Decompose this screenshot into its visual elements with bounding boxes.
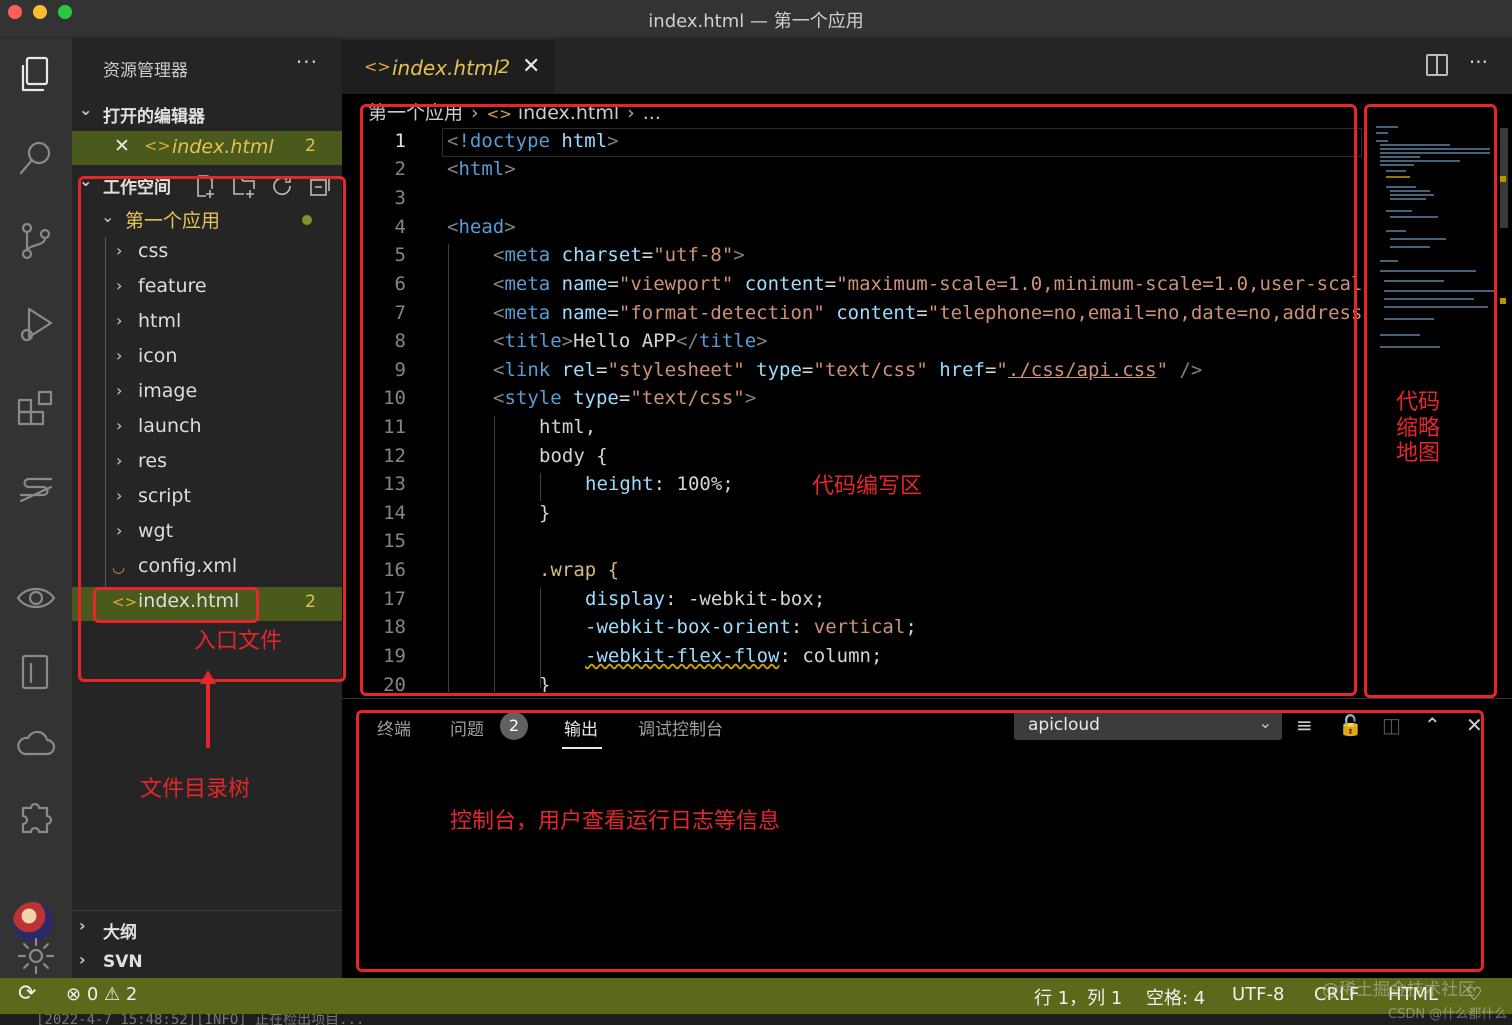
eye-icon[interactable] — [11, 573, 61, 623]
svn-label: SVN — [103, 952, 143, 972]
warning-count: 2 — [125, 984, 138, 1005]
activity-bar — [0, 38, 72, 978]
annotation-arrow — [206, 676, 210, 748]
chevron-down-icon: ⌄ — [79, 100, 93, 119]
search-icon[interactable] — [11, 133, 61, 183]
tab-label: index.html — [392, 56, 499, 80]
indentation-status[interactable]: 空格: 4 — [1146, 984, 1205, 1010]
console-annotation: 控制台，用户查看运行日志等信息 — [450, 809, 781, 834]
open-editors-label: 打开的编辑器 — [103, 107, 205, 127]
code-area-annotation: 代码编写区 — [812, 474, 923, 499]
split-editor-icon[interactable] — [1426, 54, 1448, 76]
more-actions-icon[interactable]: ··· — [1469, 50, 1488, 74]
open-editor-filename: index.html — [172, 136, 274, 158]
open-editors-section[interactable]: ⌄ 打开的编辑器 — [72, 95, 342, 129]
cloud-icon[interactable] — [11, 718, 61, 768]
warning-marker — [1500, 176, 1506, 182]
status-bar: ⟳ ⊗ 0 ⚠ 2 行 1，列 1 空格: 4 UTF-8 CRLF HTML … — [0, 978, 1512, 1014]
extensions-icon[interactable] — [11, 382, 61, 432]
editor-tab-bar: <> index.html 2 ✕ ··· — [342, 38, 1512, 94]
source-control-icon[interactable] — [11, 216, 61, 266]
window-title: index.html — 第一个应用 — [648, 11, 864, 32]
warning-marker — [1500, 298, 1506, 304]
problem-count-badge: 2 — [305, 136, 316, 156]
tab-problem-badge: 2 — [498, 56, 511, 78]
close-icon[interactable]: ✕ — [114, 135, 130, 157]
code-area-highlight-box — [360, 104, 1357, 696]
juejin-watermark: @稀土掘金技术社区 — [1322, 980, 1475, 1000]
entry-file-annotation: 入口文件 — [194, 629, 283, 654]
cursor-position[interactable]: 行 1，列 1 — [1034, 984, 1122, 1010]
code-icon: <> — [144, 136, 171, 155]
svn-section[interactable]: › SVN — [72, 945, 342, 979]
outline-label: 大纲 — [103, 923, 137, 943]
title-bar: index.html — 第一个应用 — [0, 0, 1512, 38]
explorer-icon[interactable] — [11, 50, 61, 100]
console-highlight-box — [356, 710, 1484, 972]
file-tree-annotation: 文件目录树 — [140, 777, 251, 802]
entry-file-highlight-box — [93, 587, 259, 623]
gear-icon[interactable] — [11, 931, 61, 981]
csdn-watermark: CSDN @什么都什么 — [1388, 1007, 1508, 1022]
log-peek: [2022-4-7 15:48:52][INFO] 正在检出项目... — [0, 1014, 1512, 1025]
chevron-right-icon: › — [79, 916, 86, 935]
chevron-right-icon: › — [79, 950, 86, 969]
device-icon[interactable] — [11, 646, 61, 696]
error-icon: ⊗ — [66, 984, 82, 1005]
warning-icon: ⚠ — [104, 984, 121, 1005]
more-actions-icon[interactable]: ··· — [296, 50, 318, 74]
close-tab-icon[interactable]: ✕ — [522, 54, 540, 79]
problems-status[interactable]: ⊗ 0 ⚠ 2 — [66, 984, 137, 1005]
minimap-annotation-line3: 地图 — [1396, 441, 1441, 466]
run-debug-icon[interactable] — [11, 299, 61, 349]
code-icon: <> — [364, 57, 391, 76]
outline-section[interactable]: › 大纲 — [72, 910, 342, 944]
tab-index-html[interactable]: <> index.html 2 ✕ — [342, 38, 554, 94]
explorer-title: 资源管理器 — [103, 61, 188, 81]
vscode-window: index.html — 第一个应用 资源管理器 ··· ⌄ 打开的编辑器 ✕ … — [0, 0, 1512, 1025]
encoding-status[interactable]: UTF-8 — [1232, 984, 1284, 1005]
sync-icon[interactable]: ⟳ — [18, 981, 36, 1006]
apicloud-s-icon[interactable] — [11, 465, 61, 515]
open-editor-item[interactable]: ✕ <> index.html 2 — [72, 131, 342, 165]
puzzle-icon[interactable] — [11, 790, 61, 840]
error-count: 0 — [86, 984, 99, 1005]
